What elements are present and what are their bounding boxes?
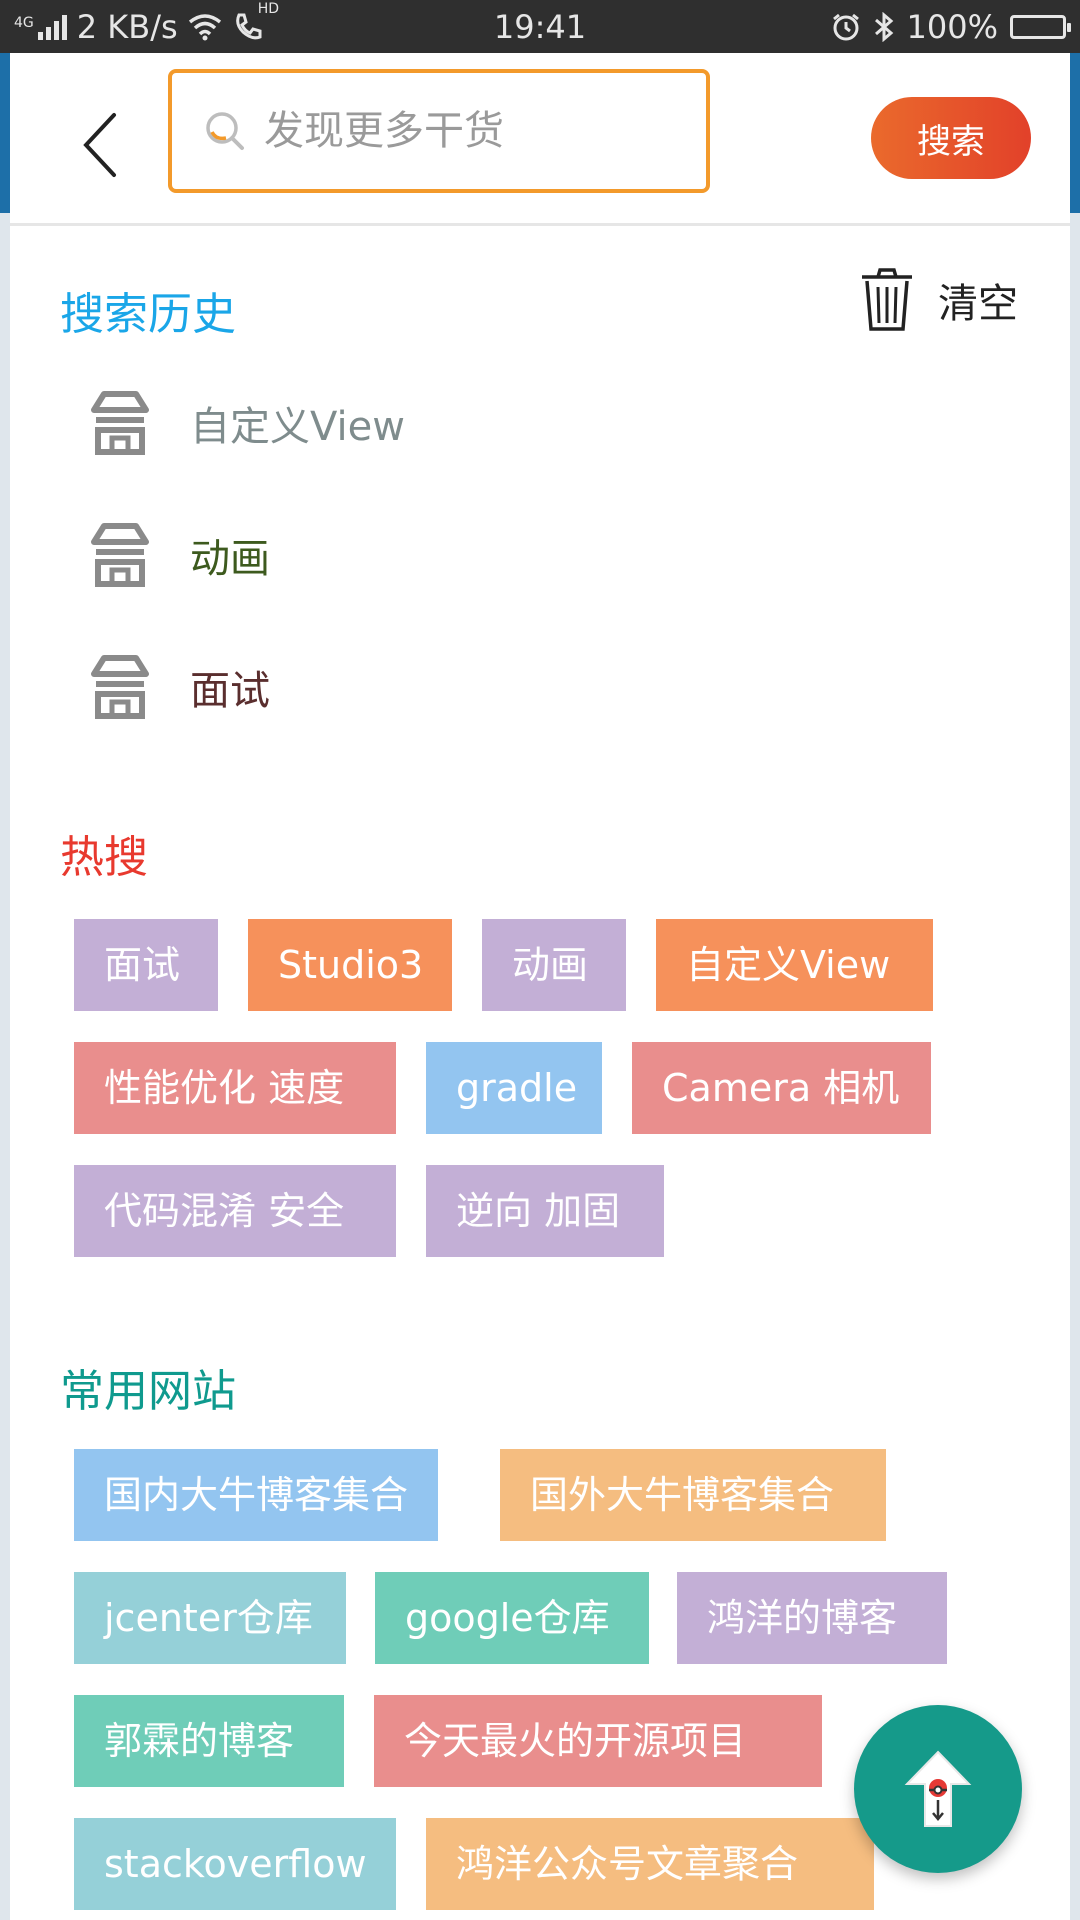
history-item-icon [91,655,149,719]
hot-tag[interactable]: 性能优化 速度 [74,1042,396,1134]
battery-percent: 100% [906,7,998,46]
hot-tag[interactable]: Studio3 [248,919,452,1011]
bluetooth-icon [874,11,893,42]
sites-title: 常用网站 [60,1366,236,1417]
hot-tag[interactable]: 逆向 加固 [426,1165,664,1257]
site-tag[interactable]: 今天最火的开源项目 [374,1695,822,1787]
status-bar: 4G 2 KB/s HD 19:41 100% [0,0,1080,53]
search-sheet: 搜索 搜索历史 清空 自定义View [10,53,1070,1920]
clear-history-label: 清空 [938,281,1018,327]
clear-history-button[interactable]: 清空 [858,267,1018,333]
site-tag[interactable]: jcenter仓库 [74,1572,346,1664]
back-button[interactable] [72,105,132,185]
site-tag[interactable]: google仓库 [375,1572,649,1664]
alarm-icon [832,13,859,40]
site-tag[interactable]: 郭霖的博客 [74,1695,344,1787]
hot-tag[interactable]: 面试 [74,919,218,1011]
chevron-left-icon [83,113,116,177]
hd-badge: HD [257,0,279,17]
wifi-icon [188,13,221,40]
hot-tag[interactable]: Camera 相机 [632,1042,931,1134]
history-item[interactable]: 动画 [90,505,990,605]
site-tag[interactable]: 国外大牛博客集合 [500,1449,886,1541]
history-item-icon [91,523,149,587]
trash-icon [862,268,912,331]
header-divider [10,223,1070,226]
hot-tag[interactable]: 自定义View [656,919,933,1011]
battery-icon [1010,14,1071,39]
history-item-label: 面试 [190,668,270,714]
arrow-up-icon [904,1750,972,1827]
hot-tag[interactable]: 动画 [482,919,626,1011]
site-tag[interactable]: stackoverflow [74,1818,396,1910]
network-speed: 2 KB/s [76,7,178,46]
history-item[interactable]: 面试 [90,637,990,737]
hot-tag[interactable]: 代码混淆 安全 [74,1165,396,1257]
scroll-to-top-button[interactable] [854,1705,1022,1873]
history-title: 搜索历史 [60,289,236,340]
site-tag[interactable]: 鸿洋公众号文章聚合 [426,1818,874,1910]
search-button[interactable]: 搜索 [871,97,1031,179]
search-icon [206,112,244,150]
history-item-label: 自定义View [190,404,405,450]
background-edge-left [0,53,10,1920]
history-item-label: 动画 [190,536,270,582]
history-item-icon [91,391,149,455]
search-box[interactable] [168,69,710,193]
history-item[interactable]: 自定义View [90,373,990,473]
search-input[interactable] [262,107,686,155]
site-tag[interactable]: 鸿洋的博客 [677,1572,947,1664]
hot-tag[interactable]: gradle [426,1042,602,1134]
background-edge-right [1070,53,1080,1920]
network-type: 4G [14,14,34,31]
hot-title: 热搜 [60,832,148,883]
site-tag[interactable]: 国内大牛博客集合 [74,1449,438,1541]
signal-icon [37,14,67,40]
search-header: 搜索 [10,53,1070,223]
